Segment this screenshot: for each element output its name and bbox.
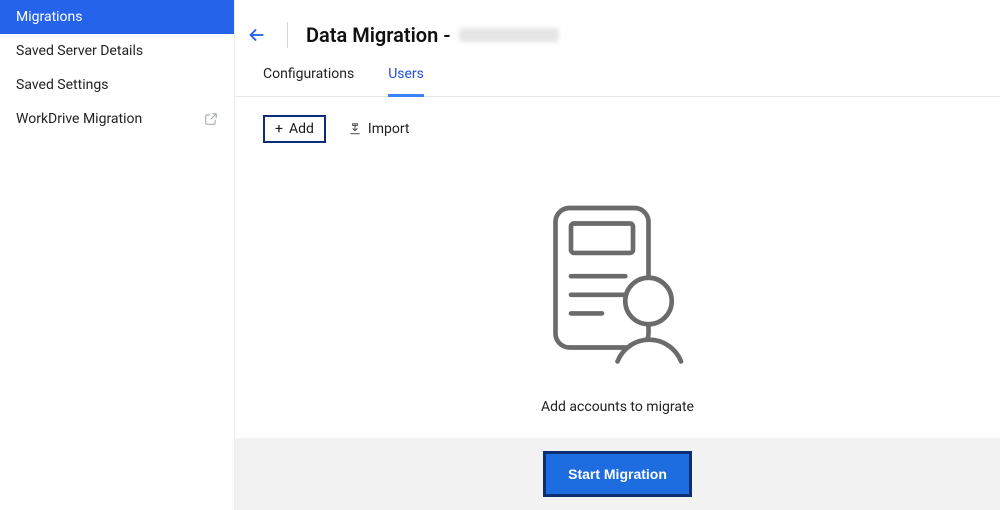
page-header: Data Migration -	[235, 0, 1000, 48]
tab-users[interactable]: Users	[388, 66, 424, 97]
start-migration-label: Start Migration	[568, 466, 667, 482]
sidebar-item-label: Saved Settings	[16, 77, 108, 93]
tab-configurations[interactable]: Configurations	[263, 66, 354, 97]
import-icon	[348, 122, 362, 136]
sidebar-item-saved-server-details[interactable]: Saved Server Details	[0, 34, 234, 68]
page-title: Data Migration -	[306, 23, 559, 47]
sidebar-item-label: Migrations	[16, 9, 83, 25]
sidebar-item-saved-settings[interactable]: Saved Settings	[0, 68, 234, 102]
arrow-left-icon	[246, 24, 268, 46]
main-content: Data Migration - Configurations Users + …	[235, 0, 1000, 510]
user-document-icon	[540, 198, 695, 373]
sidebar-item-workdrive-migration[interactable]: WorkDrive Migration	[0, 102, 234, 136]
import-button[interactable]: Import	[348, 121, 410, 137]
external-link-icon	[204, 112, 218, 126]
import-button-label: Import	[368, 121, 410, 137]
sidebar-item-label: WorkDrive Migration	[16, 111, 142, 127]
back-button[interactable]	[245, 23, 269, 47]
header-divider	[287, 22, 288, 48]
users-toolbar: + Add Import	[235, 97, 1000, 143]
tab-label: Users	[388, 66, 424, 82]
empty-state-message: Add accounts to migrate	[541, 399, 694, 415]
page-title-prefix: Data Migration -	[306, 23, 451, 47]
sidebar-item-migrations[interactable]: Migrations	[0, 0, 234, 34]
plus-icon: +	[275, 122, 283, 136]
tab-label: Configurations	[263, 66, 354, 82]
add-button[interactable]: + Add	[263, 115, 326, 143]
sidebar: Migrations Saved Server Details Saved Se…	[0, 0, 235, 510]
empty-state-illustration	[540, 198, 695, 377]
page-title-redacted	[459, 28, 559, 42]
add-button-label: Add	[289, 121, 314, 137]
tabs: Configurations Users	[235, 48, 1000, 97]
footer-bar: Start Migration	[235, 438, 1000, 510]
start-migration-button[interactable]: Start Migration	[543, 451, 692, 497]
sidebar-item-label: Saved Server Details	[16, 43, 143, 59]
